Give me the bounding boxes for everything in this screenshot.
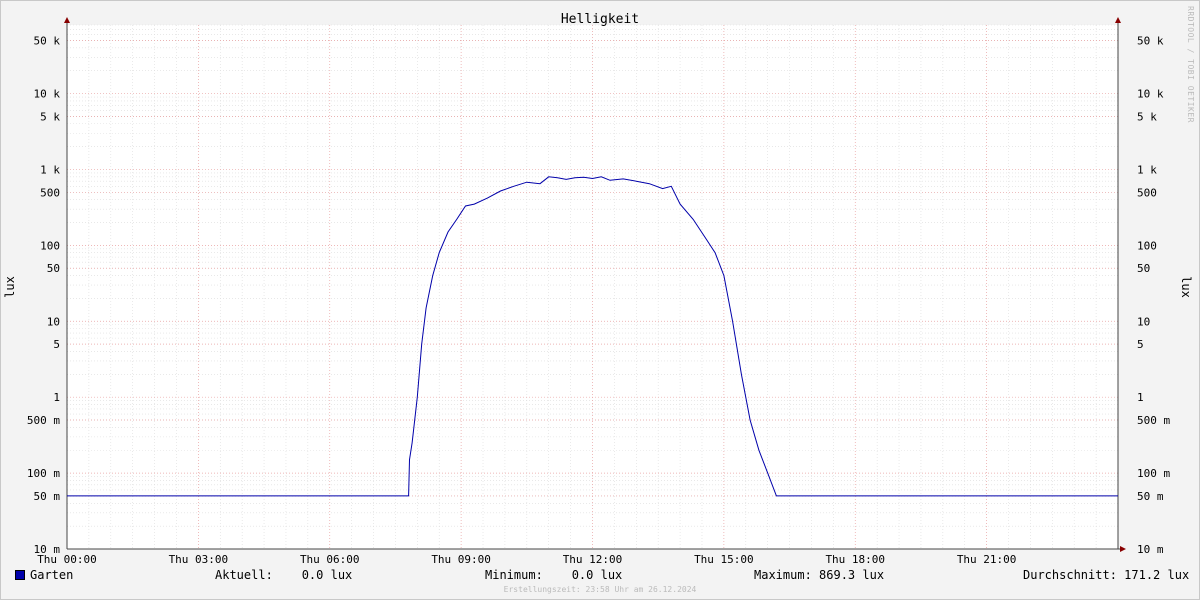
y-tick-label-left: 50 m	[34, 490, 61, 503]
y-axis-label-right: lux	[1179, 276, 1193, 298]
y-tick-label-left: 10	[47, 315, 60, 328]
legend-series-name: Garten	[30, 568, 74, 582]
y-tick-label-left: 100	[40, 239, 60, 252]
y-tick-label-left: 500 m	[27, 414, 60, 427]
x-tick-label: Thu 00:00	[37, 553, 97, 566]
y-tick-label-left: 5	[53, 338, 60, 351]
x-axis-arrow-icon	[1120, 546, 1126, 552]
brightness-chart: 50 k 50 k 10 k 10 k 5 k 5 k 1 k 1 k 500 500 100 100…	[3, 12, 1193, 566]
legend-average: Durchschnitt: 171.2 lux	[1023, 568, 1190, 582]
y-tick-label-right: 100	[1137, 239, 1157, 252]
y-tick-label-right: 1	[1137, 391, 1144, 404]
y-axis-left-arrow-icon	[64, 17, 70, 23]
y-tick-label-right: 50 m	[1137, 490, 1164, 503]
y-tick-label-right: 500	[1137, 186, 1157, 199]
y-tick-label-right: 50 k	[1137, 34, 1164, 47]
x-tick-label: Thu 18:00	[825, 553, 885, 566]
x-tick-label: Thu 03:00	[169, 553, 229, 566]
legend-swatch-garten	[15, 570, 25, 580]
y-tick-label-left: 1 k	[40, 163, 60, 176]
x-tick-label: Thu 15:00	[694, 553, 754, 566]
legend-maximum: Maximum: 869.3 lux	[754, 568, 885, 582]
creation-timestamp: Erstellungszeit: 23:58 Uhr am 26.12.2024	[503, 585, 697, 594]
y-tick-label-left: 100 m	[27, 467, 60, 480]
y-tick-label-right: 5 k	[1137, 110, 1157, 123]
y-tick-label-left: 500	[40, 186, 60, 199]
legend-minimum: Minimum: 0.0 lux	[485, 568, 623, 582]
x-tick-label: Thu 21:00	[957, 553, 1017, 566]
x-tick-label: Thu 09:00	[431, 553, 491, 566]
x-tick-label: Thu 12:00	[563, 553, 623, 566]
y-axis-label-left: lux	[3, 276, 17, 298]
y-tick-label-left: 50 k	[34, 34, 61, 47]
y-tick-label-left: 10 k	[34, 88, 61, 101]
y-tick-label-right: 100 m	[1137, 467, 1170, 480]
legend-current: Aktuell: 0.0 lux	[215, 568, 353, 582]
y-tick-label-right: 10 m	[1137, 543, 1164, 556]
chart-title: Helligkeit	[561, 12, 639, 27]
y-tick-label-right: 1 k	[1137, 163, 1157, 176]
y-tick-label-left: 5 k	[40, 110, 60, 123]
y-tick-label-right: 500 m	[1137, 414, 1170, 427]
rrdtool-credit: RRDTOOL / TOBI OETIKER	[1186, 6, 1195, 123]
y-axis-right-arrow-icon	[1115, 17, 1121, 23]
x-tick-label: Thu 06:00	[300, 553, 360, 566]
y-tick-label-right: 10 k	[1137, 88, 1164, 101]
y-tick-label-right: 50	[1137, 262, 1150, 275]
y-tick-label-left: 1	[53, 391, 60, 404]
y-tick-label-right: 5	[1137, 338, 1144, 351]
y-tick-label-left: 50	[47, 262, 60, 275]
y-tick-label-right: 10	[1137, 315, 1150, 328]
